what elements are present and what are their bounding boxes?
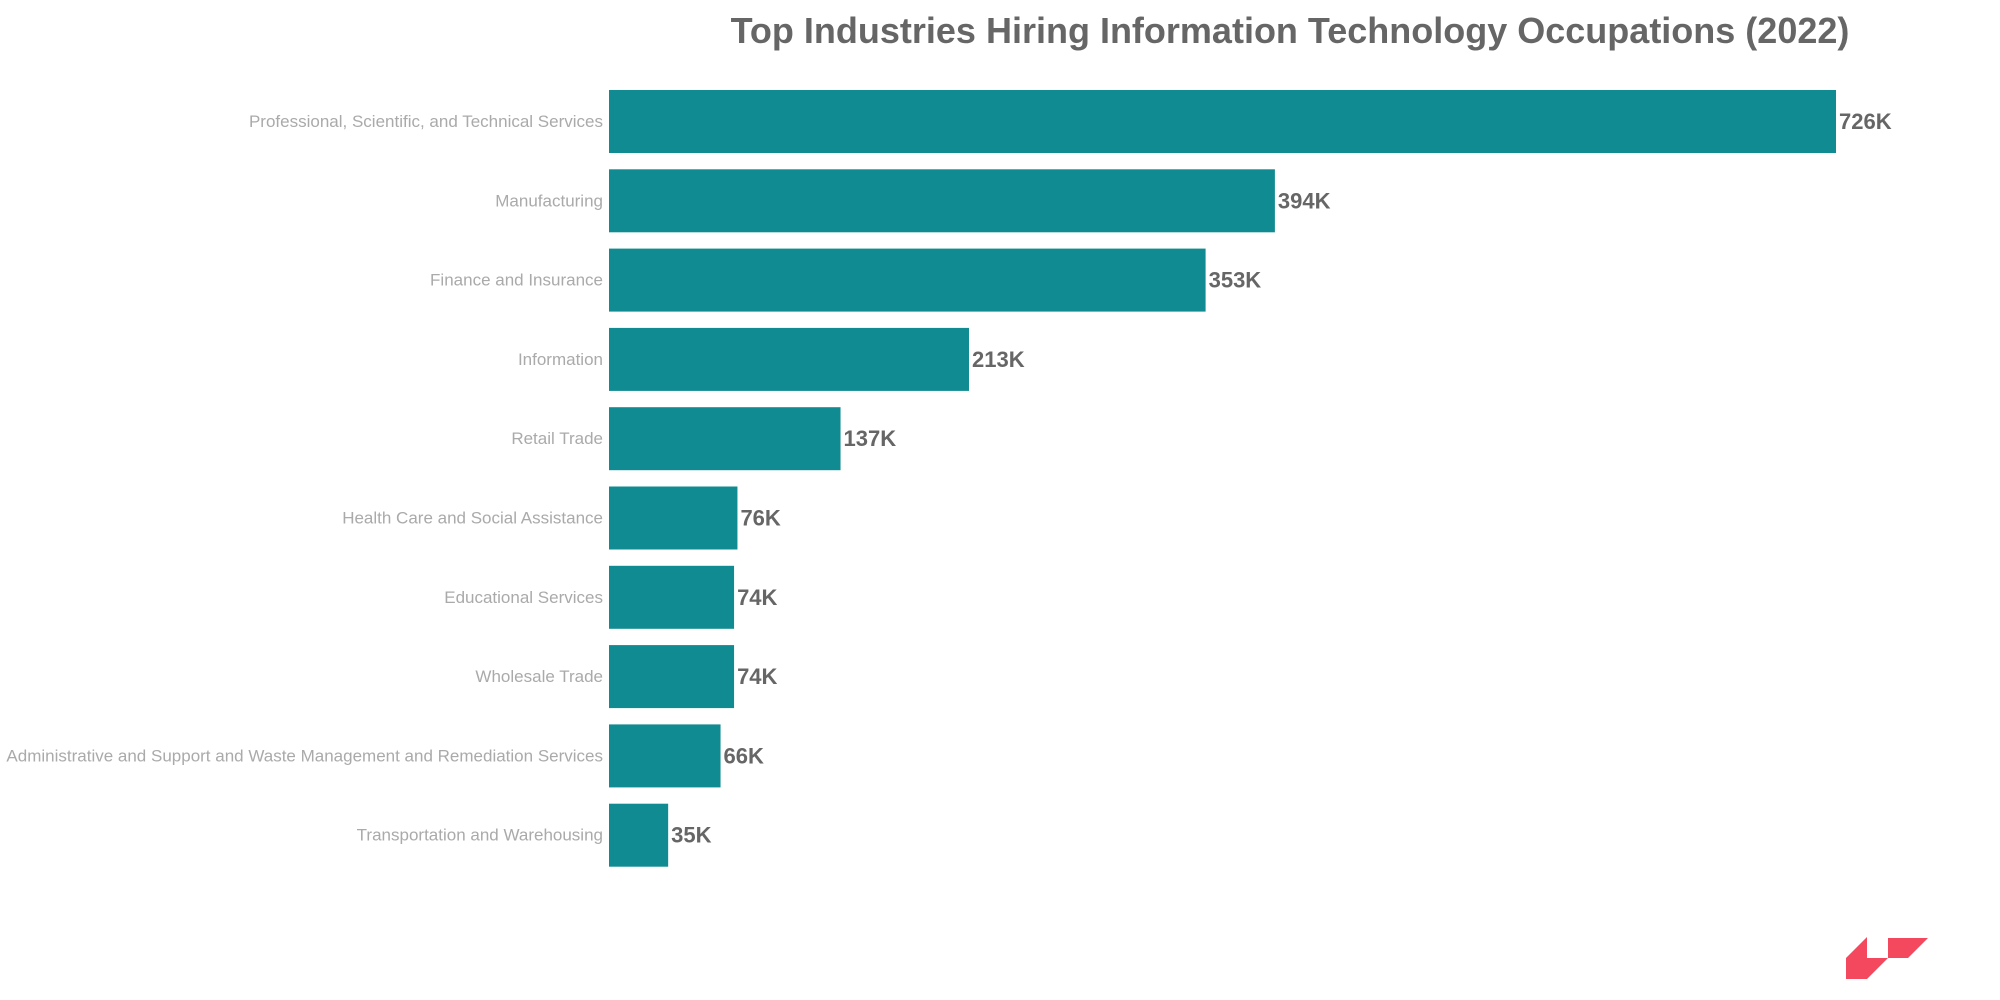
bar-4: [609, 407, 841, 471]
bar-6: [609, 565, 735, 629]
value-label-5: 76K: [740, 506, 780, 531]
value-label-8: 66K: [724, 743, 764, 768]
value-label-7: 74K: [737, 664, 777, 689]
category-label-8: Administrative and Support and Waste Man…: [6, 746, 603, 765]
bar-chart: Professional, Scientific, and Technical …: [6, 90, 1892, 867]
category-label-5: Health Care and Social Assistance: [342, 509, 603, 528]
bar-8: [609, 724, 721, 788]
bar-7: [609, 645, 735, 709]
category-label-2: Finance and Insurance: [430, 271, 603, 290]
category-label-7: Wholesale Trade: [475, 667, 603, 686]
category-label-0: Professional, Scientific, and Technical …: [249, 112, 603, 131]
value-label-1: 394K: [1278, 188, 1331, 213]
bar-1: [609, 169, 1275, 233]
value-label-4: 137K: [844, 426, 897, 451]
value-label-9: 35K: [671, 823, 711, 848]
brand-logo-icon: [1846, 896, 1928, 979]
value-label-6: 74K: [737, 585, 777, 610]
value-label-3: 213K: [972, 347, 1025, 372]
category-label-9: Transportation and Warehousing: [357, 826, 603, 845]
bar-5: [609, 486, 738, 550]
value-label-0: 726K: [1839, 109, 1892, 134]
value-label-2: 353K: [1209, 268, 1262, 293]
bar-2: [609, 248, 1206, 312]
bar-3: [609, 327, 969, 391]
category-label-3: Information: [518, 350, 603, 369]
category-label-4: Retail Trade: [511, 429, 603, 448]
bar-9: [609, 803, 669, 867]
bar-0: [609, 90, 1836, 153]
brand-logo-right-shape: [1867, 896, 1928, 958]
category-labels: Professional, Scientific, and Technical …: [6, 112, 603, 845]
bars-layer: [609, 90, 1836, 867]
category-label-1: Manufacturing: [495, 191, 603, 210]
category-label-6: Educational Services: [444, 588, 603, 607]
